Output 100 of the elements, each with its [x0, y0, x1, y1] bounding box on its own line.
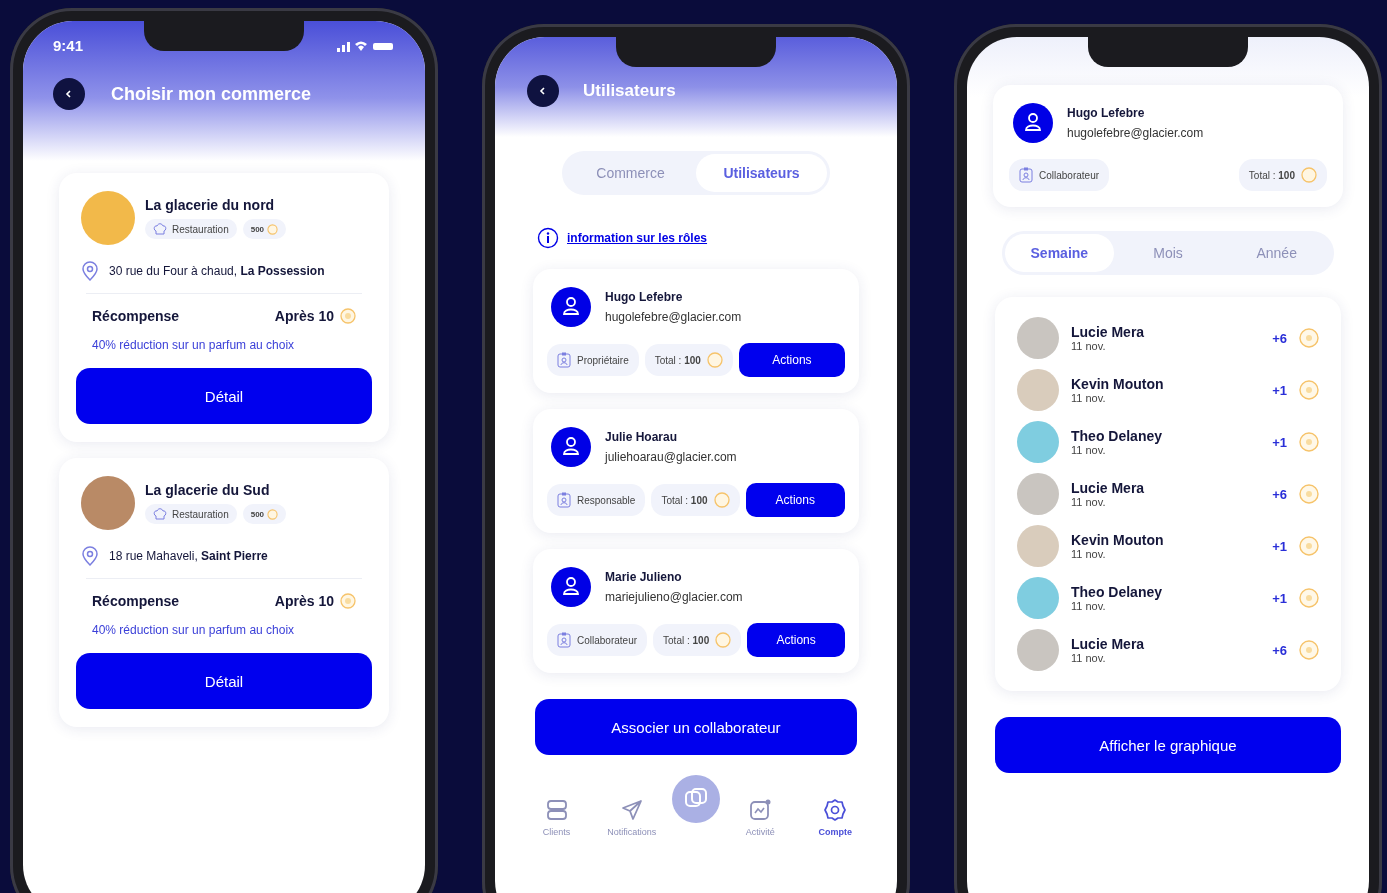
- chef-hat-icon: [153, 508, 167, 520]
- person-name: Theo Delaney: [1071, 428, 1164, 444]
- coin-icon: [1299, 328, 1319, 348]
- person-name: Kevin Mouton: [1071, 532, 1165, 548]
- reward-label: Récompense: [92, 593, 180, 609]
- id-badge-icon: [557, 632, 571, 648]
- shop-name: La glacerie du nord: [145, 197, 276, 213]
- coin-icon: [1299, 640, 1319, 660]
- points-value: 500: [250, 509, 265, 519]
- screen-title: Utilisateurs: [583, 81, 676, 101]
- user-name: Hugo Lefebre: [1067, 106, 1146, 120]
- nav-item[interactable]: Clients: [521, 798, 592, 837]
- shop-address: 18 rue Mahaveli, Saint Pierre: [109, 549, 268, 563]
- shop-name: La glacerie du Sud: [145, 482, 271, 498]
- points-value: +1: [1272, 382, 1287, 398]
- id-badge-icon: [557, 352, 571, 368]
- coin-icon: [340, 308, 356, 324]
- id-badge-icon: [1019, 167, 1033, 183]
- entry-date: 11 nov.: [1071, 340, 1107, 352]
- paper-plane-icon: [619, 798, 644, 822]
- entry-date: 11 nov.: [1071, 392, 1107, 404]
- back-button[interactable]: [527, 75, 559, 107]
- role-label: Collaborateur: [577, 634, 638, 646]
- info-link[interactable]: information sur les rôles: [567, 231, 708, 245]
- person-name: Kevin Mouton: [1071, 376, 1165, 392]
- coin-icon: [715, 632, 732, 648]
- total-label: Total : 100: [663, 634, 710, 646]
- reward-label: Récompense: [92, 308, 180, 324]
- role-label: Propriétaire: [577, 354, 629, 366]
- shop-address: 30 rue du Four à chaud, La Possession: [109, 264, 325, 278]
- person-icon: [551, 567, 591, 607]
- photo-placeholder: [1017, 317, 1059, 359]
- coin-icon: [1299, 484, 1319, 504]
- points-value: +6: [1272, 330, 1287, 346]
- user-name: Hugo Lefebre: [605, 290, 684, 304]
- coin-icon: [1299, 536, 1319, 556]
- user-name: Julie Hoarau: [605, 430, 679, 444]
- person-icon: [1013, 103, 1053, 143]
- tab[interactable]: Utilisateurs: [696, 154, 827, 192]
- coin-icon: [267, 223, 279, 235]
- associate-button[interactable]: Associer un collaborateur: [535, 699, 857, 755]
- person-name: Lucie Mera: [1071, 324, 1146, 340]
- info-icon: [537, 227, 559, 249]
- photo-placeholder: [81, 476, 135, 530]
- category-label: Restauration: [172, 223, 229, 235]
- coin-icon: [1299, 380, 1319, 400]
- chevron-left-icon: [538, 86, 548, 96]
- period-tab[interactable]: Semaine: [1005, 234, 1114, 272]
- actions-button[interactable]: Actions: [747, 623, 845, 657]
- role-label: Responsable: [577, 494, 636, 506]
- photo-placeholder: [1017, 629, 1059, 671]
- chevron-left-icon: [64, 89, 74, 99]
- user-email: juliehoarau@glacier.com: [605, 450, 737, 464]
- reward-description: 40% réduction sur un parfum au choix: [91, 622, 296, 637]
- status-time: 9:41: [53, 37, 84, 54]
- points-value: +1: [1272, 590, 1287, 606]
- location-pin-icon: [81, 261, 99, 281]
- reward-threshold: Après 10: [274, 308, 334, 324]
- coin-icon: [713, 492, 730, 508]
- total-label: Total : 100: [661, 494, 708, 506]
- total-label: Total : 100: [1248, 169, 1295, 181]
- category-label: Restauration: [172, 508, 229, 520]
- coin-icon: [267, 508, 279, 520]
- points-value: +1: [1272, 538, 1287, 554]
- user-name: Marie Julieno: [605, 570, 683, 584]
- entry-date: 11 nov.: [1071, 652, 1107, 664]
- nav-item[interactable]: Compte: [800, 798, 871, 837]
- role-label: Collaborateur: [1039, 169, 1100, 181]
- list-icon: [544, 798, 569, 822]
- chef-hat-icon: [153, 223, 167, 235]
- points-value: +6: [1272, 642, 1287, 658]
- person-icon: [551, 287, 591, 327]
- points-value: 500: [250, 224, 265, 234]
- user-email: hugolefebre@glacier.com: [1067, 126, 1204, 140]
- coin-icon: [706, 352, 723, 368]
- points-value: +6: [1272, 486, 1287, 502]
- id-badge-icon: [557, 492, 571, 508]
- actions-button[interactable]: Actions: [745, 483, 845, 517]
- photo-placeholder: [81, 191, 135, 245]
- actions-button[interactable]: Actions: [738, 343, 845, 377]
- back-button[interactable]: [53, 78, 85, 110]
- detail-button[interactable]: Détail: [76, 368, 372, 424]
- entry-date: 11 nov.: [1071, 548, 1107, 560]
- person-icon: [551, 427, 591, 467]
- entry-date: 11 nov.: [1071, 600, 1107, 612]
- chart-icon: [748, 798, 773, 822]
- settings-icon: [823, 798, 848, 822]
- person-name: Lucie Mera: [1071, 636, 1146, 652]
- photo-placeholder: [1017, 369, 1059, 411]
- entry-date: 11 nov.: [1071, 496, 1107, 508]
- detail-button[interactable]: Détail: [76, 653, 372, 709]
- show-chart-button[interactable]: Afficher le graphique: [995, 717, 1341, 773]
- user-email: mariejulieno@glacier.com: [605, 590, 743, 604]
- coin-icon: [1299, 432, 1319, 452]
- entry-date: 11 nov.: [1071, 444, 1107, 456]
- status-icons: [337, 39, 395, 52]
- user-email: hugolefebre@glacier.com: [605, 310, 742, 324]
- person-name: Theo Delaney: [1071, 584, 1164, 600]
- reward-description: 40% réduction sur un parfum au choix: [91, 337, 296, 352]
- nav-item[interactable]: Activité: [725, 798, 796, 837]
